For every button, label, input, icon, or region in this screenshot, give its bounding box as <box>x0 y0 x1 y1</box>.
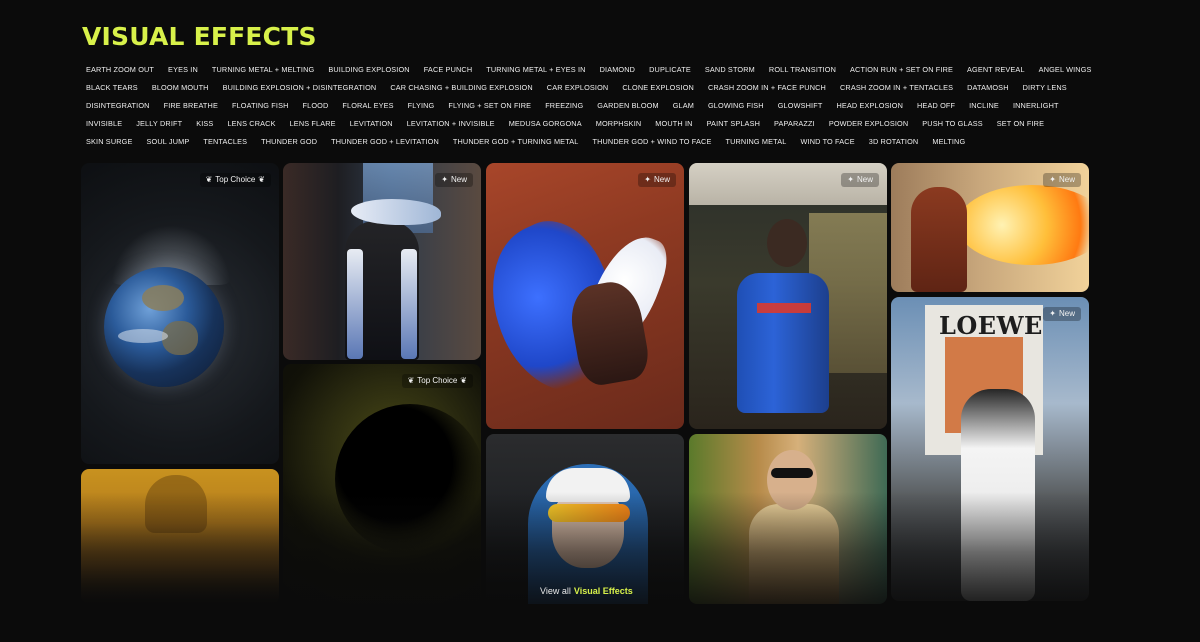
top-choice-badge: ❦ Top Choice ❦ <box>401 374 473 388</box>
view-all-visual-effects-link[interactable]: View all Visual Effects <box>528 580 645 602</box>
head-art <box>767 219 807 267</box>
badge-label: New <box>1058 309 1075 318</box>
jacket-stripe-art <box>757 303 811 313</box>
sparkle-icon: ✦ <box>847 175 854 184</box>
billboard-text: LOEWE <box>939 311 1043 340</box>
person-art <box>911 187 967 292</box>
face-art <box>767 450 817 510</box>
effect-card-paint-splash[interactable]: ✦ New <box>486 163 684 429</box>
laurel-icon: ❦ <box>205 175 213 184</box>
badge-label: New <box>1058 175 1075 184</box>
badge-label: Top Choice <box>215 175 256 184</box>
badge-label: New <box>653 175 670 184</box>
fire-art <box>957 185 1089 265</box>
jacket-art <box>737 273 829 413</box>
new-badge: ✦ New <box>435 173 473 187</box>
effects-gallery: ❦ Top Choice ❦ ✦ New ❦ Top Choice ❦ ✦ New <box>0 0 1200 642</box>
glasses-art <box>548 504 630 522</box>
effect-card-floating-fish[interactable]: ✦ New <box>283 163 481 360</box>
person-art <box>961 389 1035 601</box>
effect-card-earth-zoom-out[interactable]: ❦ Top Choice ❦ <box>81 163 279 464</box>
earth-cloud <box>118 329 168 343</box>
new-badge: ✦ New <box>638 173 676 187</box>
person-art <box>749 504 839 604</box>
badge-label: Top Choice <box>417 376 458 385</box>
laurel-icon: ❦ <box>460 376 467 385</box>
earth-art <box>104 267 224 387</box>
effect-card-fire-breathe[interactable]: ✦ New <box>891 163 1089 292</box>
effect-card-garden-bloom[interactable] <box>689 434 887 604</box>
figure-silhouette-art <box>145 475 207 533</box>
new-badge: ✦ New <box>1043 307 1081 321</box>
effect-card-push-to-glass[interactable] <box>486 434 684 604</box>
new-badge: ✦ New <box>841 173 879 187</box>
earth-land <box>162 321 198 355</box>
view-all-target: Visual Effects <box>573 586 633 596</box>
cap-art <box>546 468 630 502</box>
earth-land <box>142 285 184 311</box>
badge-label: New <box>856 175 873 184</box>
new-badge: ✦ New <box>1043 173 1081 187</box>
badge-label: New <box>450 175 467 184</box>
scarf-art <box>347 249 363 359</box>
sparkle-icon: ✦ <box>1049 309 1056 318</box>
view-all-prefix: View all <box>540 586 571 596</box>
effect-card-head-off[interactable]: ✦ New <box>689 163 887 429</box>
scarf-art <box>401 249 417 359</box>
eye-pupil-art <box>335 404 481 554</box>
effect-card-golden-fade[interactable] <box>81 469 279 604</box>
sparkle-icon: ✦ <box>1049 175 1056 184</box>
sparkle-icon: ✦ <box>644 175 651 184</box>
sparkle-icon: ✦ <box>441 175 448 184</box>
top-choice-badge: ❦ Top Choice ❦ <box>199 173 271 187</box>
effect-card-eyes-in[interactable]: ❦ Top Choice ❦ <box>283 364 481 604</box>
effect-card-levitation[interactable]: LOEWE ✦ New <box>891 297 1089 601</box>
laurel-icon: ❦ <box>258 175 265 184</box>
sunglasses-art <box>771 468 813 478</box>
laurel-icon: ❦ <box>407 376 415 385</box>
